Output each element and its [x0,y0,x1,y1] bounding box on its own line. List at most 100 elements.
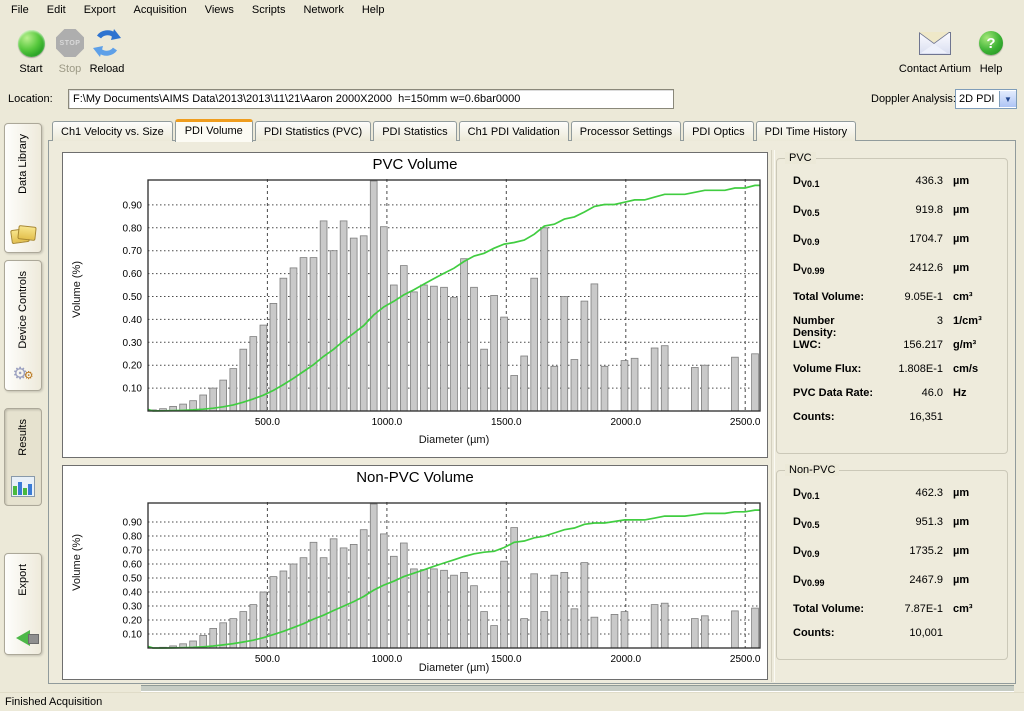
tab-pdi-volume[interactable]: PDI Volume [175,119,253,142]
stat-row-dv0-1: DV0.1462.3µm [793,487,997,516]
stat-row-number-density: Number Density:31/cm³ [793,315,997,339]
svg-text:500.0: 500.0 [255,417,280,428]
nonpvc-chart-title: Non-PVC Volume [63,469,767,486]
stat-unit: cm³ [943,603,997,615]
sidebar-item-device-controls[interactable]: Device Controls ⚙⚙ [4,260,42,391]
svg-text:0.10: 0.10 [123,384,143,395]
pvc-group-title: PVC [785,152,816,164]
stat-row-dv0-1: DV0.1436.3µm [793,175,997,204]
doppler-analysis-select[interactable]: 2D PDI ▼ [955,89,1017,109]
doppler-analysis-value: 2D PDI [956,93,999,105]
pvc-chart-plot: 0.100.200.300.400.500.600.700.800.90500.… [103,179,766,429]
stat-label: Total Volume: [793,603,881,615]
svg-text:0.80: 0.80 [123,223,143,234]
svg-text:1500.0: 1500.0 [491,417,522,428]
stat-unit: Hz [943,387,997,399]
nonpvc-chart-plot: 0.100.200.300.400.500.600.700.800.90500.… [103,502,766,666]
stat-row-volume-flux: Volume Flux:1.808E-1cm/s [793,363,997,387]
nonpvc-group-title: Non-PVC [785,464,839,476]
pvc-stats-group: PVC DV0.1436.3µmDV0.5919.8µmDV0.91704.7µ… [776,158,1008,454]
stat-label: Counts: [793,627,881,639]
sidebar-item-export[interactable]: Export [4,553,42,655]
sidebar-item-data-library[interactable]: Data Library [4,123,42,253]
svg-text:0.90: 0.90 [123,518,143,529]
stat-row-dv0-99: DV0.992412.6µm [793,262,997,291]
stat-unit: µm [943,545,997,557]
stat-label: DV0.99 [793,262,881,276]
stat-label: Counts: [793,411,881,423]
menu-edit[interactable]: Edit [38,1,75,18]
stat-unit: µm [943,487,997,499]
stat-unit: µm [943,175,997,187]
stat-value: 436.3 [881,175,943,187]
export-arrow-icon [16,630,30,646]
stat-value: 1.808E-1 [881,363,943,375]
tab-ch1-velocity-vs-size[interactable]: Ch1 Velocity vs. Size [52,121,173,141]
menu-acquisition[interactable]: Acquisition [125,1,196,18]
stop-icon: STOP [56,29,84,57]
stat-row-counts: Counts:16,351 [793,411,997,435]
menu-network[interactable]: Network [294,1,352,18]
nonpvc-chart-x-axis-label: Diameter (µm) [148,662,760,674]
contact-artium-button[interactable]: Contact Artium [898,26,972,75]
menu-file[interactable]: File [2,1,38,18]
doppler-analysis-label: Doppler Analysis: [871,93,956,105]
location-field[interactable]: F:\My Documents\AIMS Data\2013\2013\11\2… [68,89,674,109]
tab-pdi-statistics[interactable]: PDI Statistics [373,121,456,141]
svg-text:0.40: 0.40 [123,315,143,326]
bar-chart-icon [11,476,35,497]
stat-value: 951.3 [881,516,943,528]
stat-row-pvc-data-rate: PVC Data Rate:46.0Hz [793,387,997,411]
tab-ch1-pdi-validation[interactable]: Ch1 PDI Validation [459,121,569,141]
stat-value: 1735.2 [881,545,943,557]
combo-dropdown-arrow-icon[interactable]: ▼ [999,91,1016,107]
svg-text:0.70: 0.70 [123,246,143,257]
stat-label: Volume Flux: [793,363,881,375]
stat-label: DV0.5 [793,204,881,218]
sidebar-label-device-controls: Device Controls [17,271,29,349]
stat-value: 10,001 [881,627,943,639]
stat-value: 156.217 [881,339,943,351]
menu-scripts[interactable]: Scripts [243,1,295,18]
stat-row-dv0-99: DV0.992467.9µm [793,574,997,603]
tab-pdi-time-history[interactable]: PDI Time History [756,121,857,141]
stat-label: DV0.1 [793,175,881,189]
contact-artium-label: Contact Artium [898,63,972,75]
horizontal-splitter[interactable] [141,685,1014,692]
stat-value: 1704.7 [881,233,943,245]
svg-text:0.30: 0.30 [123,338,143,349]
svg-text:0.60: 0.60 [123,269,143,280]
svg-text:2000.0: 2000.0 [611,417,642,428]
stat-unit: 1/cm³ [943,315,997,327]
pvc-stats-rows: DV0.1436.3µmDV0.5919.8µmDV0.91704.7µmDV0… [777,159,1007,435]
menu-views[interactable]: Views [196,1,243,18]
stat-unit: g/m³ [943,339,997,351]
location-label: Location: [8,93,53,105]
envelope-icon [919,32,951,55]
sidebar-item-results[interactable]: Results [4,408,42,506]
stat-row-total-volume: Total Volume:9.05E-1cm³ [793,291,997,315]
tab-pdi-optics[interactable]: PDI Optics [683,121,754,141]
stat-row-dv0-5: DV0.5919.8µm [793,204,997,233]
stat-value: 2467.9 [881,574,943,586]
stat-unit: µm [943,262,997,274]
stat-row-dv0-9: DV0.91735.2µm [793,545,997,574]
svg-text:0.60: 0.60 [123,560,143,571]
reload-button[interactable]: Reload [84,26,130,75]
svg-text:0.30: 0.30 [123,602,143,613]
stat-value: 919.8 [881,204,943,216]
help-button[interactable]: ? Help [968,26,1014,75]
status-bar: Finished Acquisition [0,692,1024,711]
stat-unit: µm [943,204,997,216]
stat-unit: cm/s [943,363,997,375]
pvc-chart-y-axis-label: Volume (%) [71,261,83,318]
menu-help[interactable]: Help [353,1,394,18]
tab-strip: Ch1 Velocity vs. SizePDI VolumePDI Stati… [52,118,858,141]
menu-export[interactable]: Export [75,1,125,18]
stat-row-lwc: LWC:156.217g/m³ [793,339,997,363]
tab-pdi-statistics-pvc[interactable]: PDI Statistics (PVC) [255,121,371,141]
status-text: Finished Acquisition [5,696,102,708]
stat-label: DV0.99 [793,574,881,588]
tab-processor-settings[interactable]: Processor Settings [571,121,681,141]
stat-unit: µm [943,233,997,245]
